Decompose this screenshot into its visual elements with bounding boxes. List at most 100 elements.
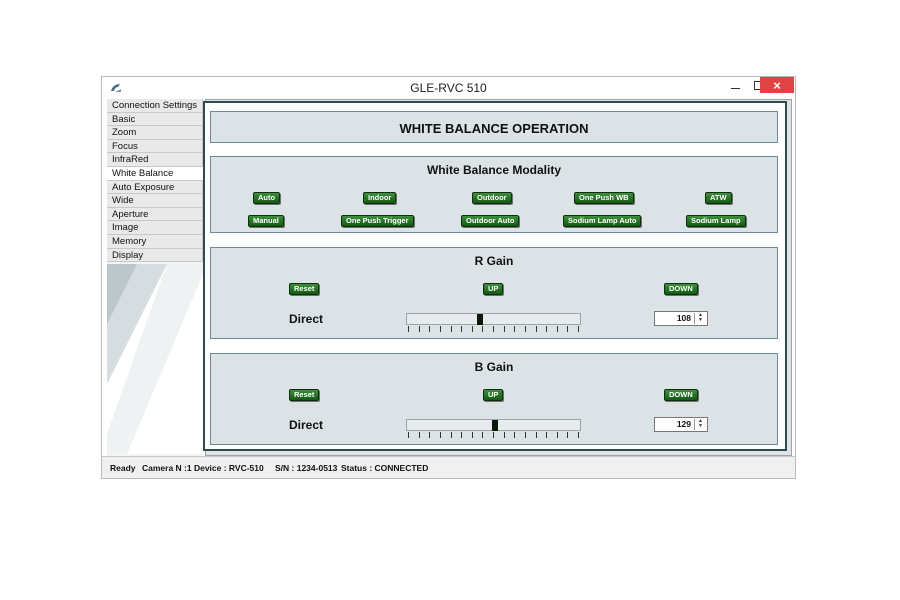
minimize-button[interactable] (722, 77, 748, 93)
slider-tick (450, 432, 452, 438)
wb-one-push-trigger-button[interactable]: One Push Trigger (341, 215, 414, 227)
spin-down-icon[interactable]: ▼ (695, 424, 706, 429)
r-gain-section: R Gain Reset UP DOWN Direct 108 ▲ ▼ (210, 247, 778, 339)
status-bar: Ready Camera N :1 Device : RVC-510 S/N :… (102, 456, 795, 478)
slider-tick (461, 432, 463, 438)
slider-tick (408, 326, 409, 332)
wb-atw-button[interactable]: ATW (705, 192, 732, 204)
b-gain-slider-thumb[interactable] (492, 420, 499, 431)
sidebar-swoosh-graphic (107, 264, 203, 454)
sidebar-item-display[interactable]: Display (107, 248, 203, 263)
r-gain-value[interactable]: 108 (677, 313, 691, 323)
close-button[interactable]: × (760, 77, 794, 93)
sidebar-item-white-balance[interactable]: White Balance (107, 166, 203, 181)
wb-auto-button[interactable]: Auto (253, 192, 281, 204)
sidebar-item-focus[interactable]: Focus (107, 139, 203, 154)
b-gain-slider-ticks (408, 432, 579, 440)
wb-sodium-lamp-button[interactable]: Sodium Lamp (686, 215, 746, 227)
slider-tick (524, 326, 526, 332)
slider-tick (556, 432, 558, 438)
sidebar: Connection Settings Basic Zoom Focus InfraRe… (107, 99, 203, 456)
sidebar-item-image[interactable]: Image (107, 221, 203, 235)
wb-indoor-button[interactable]: Indoor (363, 192, 397, 204)
r-gain-slider-ticks (408, 326, 579, 334)
b-gain-spin-buttons[interactable]: ▲ ▼ (694, 419, 706, 430)
app-window: GLE-RVC 510 × Connection Settings Basic Zo… (101, 76, 796, 479)
status-connection: Status : CONNECTED (341, 463, 429, 473)
slider-tick (450, 326, 452, 332)
b-gain-slider[interactable] (406, 419, 581, 441)
slider-tick (482, 326, 484, 332)
wb-outdoor-button[interactable]: Outdoor (472, 192, 512, 204)
slider-tick (556, 326, 558, 332)
slider-tick (471, 432, 473, 438)
title-bar[interactable]: GLE-RVC 510 × (102, 77, 795, 99)
r-gain-slider[interactable] (406, 313, 581, 335)
slider-tick (493, 432, 494, 438)
header-box: WHITE BALANCE OPERATION (210, 111, 778, 143)
status-serial: S/N : 1234-0513 (275, 463, 338, 473)
status-camera: Camera N :1 Device : RVC-510 (142, 463, 264, 473)
slider-tick (503, 432, 505, 438)
sidebar-item-basic[interactable]: Basic (107, 112, 203, 127)
slider-tick (503, 326, 505, 332)
sidebar-list: Connection Settings Basic Zoom Focus InfraRe… (107, 99, 203, 263)
r-gain-slider-thumb[interactable] (476, 314, 483, 325)
slider-tick (578, 432, 579, 438)
r-gain-reset-button[interactable]: Reset (289, 283, 320, 295)
slider-tick (546, 326, 548, 332)
b-gain-value[interactable]: 129 (677, 419, 691, 429)
slider-tick (567, 432, 569, 438)
b-gain-section: B Gain Reset UP DOWN Direct 129 ▲ ▼ (210, 353, 778, 445)
slider-tick (429, 432, 431, 438)
sidebar-item-aperture[interactable]: Aperture (107, 207, 203, 222)
slider-tick (461, 326, 463, 332)
r-gain-down-button[interactable]: DOWN (664, 283, 698, 295)
slider-tick (535, 326, 537, 332)
slider-tick (546, 432, 548, 438)
b-gain-direct-label: Direct (289, 418, 324, 432)
slider-tick (439, 326, 441, 332)
sidebar-item-wide[interactable]: Wide (107, 194, 203, 208)
sidebar-item-infrared[interactable]: InfraRed (107, 153, 203, 167)
slider-tick (471, 326, 473, 332)
r-gain-value-spinner[interactable]: 108 ▲ ▼ (654, 311, 708, 326)
sidebar-decoration (107, 264, 203, 454)
r-gain-title: R Gain (474, 254, 514, 268)
slider-tick (535, 432, 537, 438)
sidebar-item-connection-settings[interactable]: Connection Settings (107, 99, 203, 113)
wb-one-push-wb-button[interactable]: One Push WB (574, 192, 634, 204)
page-title: WHITE BALANCE OPERATION (399, 121, 589, 136)
modality-title: White Balance Modality (426, 163, 562, 177)
slider-tick (567, 326, 569, 332)
slider-tick (429, 326, 431, 332)
r-gain-direct-label: Direct (289, 312, 324, 326)
slider-tick (514, 326, 516, 332)
r-gain-slider-track[interactable] (406, 313, 581, 325)
white-balance-panel: WHITE BALANCE OPERATION White Balance Mo… (203, 101, 787, 451)
slider-tick (524, 432, 526, 438)
wb-manual-button[interactable]: Manual (248, 215, 284, 227)
sidebar-item-zoom[interactable]: Zoom (107, 126, 203, 140)
slider-tick (439, 432, 441, 438)
b-gain-up-button[interactable]: UP (483, 389, 504, 401)
status-ready: Ready (110, 463, 136, 473)
b-gain-title: B Gain (474, 360, 514, 374)
slider-tick (493, 326, 494, 332)
slider-tick (408, 432, 409, 438)
modality-section: White Balance Modality Auto Indoor Outdoor… (210, 156, 778, 233)
sidebar-item-auto-exposure[interactable]: Auto Exposure (107, 180, 203, 195)
b-gain-down-button[interactable]: DOWN (664, 389, 698, 401)
spin-down-icon[interactable]: ▼ (695, 318, 706, 323)
b-gain-value-spinner[interactable]: 129 ▲ ▼ (654, 417, 708, 432)
wb-outdoor-auto-button[interactable]: Outdoor Auto (461, 215, 520, 227)
slider-tick (514, 432, 516, 438)
sidebar-item-memory[interactable]: Memory (107, 234, 203, 249)
r-gain-spin-buttons[interactable]: ▲ ▼ (694, 313, 706, 324)
b-gain-reset-button[interactable]: Reset (289, 389, 320, 401)
slider-tick (578, 326, 579, 332)
slider-tick (482, 432, 484, 438)
r-gain-up-button[interactable]: UP (483, 283, 504, 295)
wb-sodium-lamp-auto-button[interactable]: Sodium Lamp Auto (563, 215, 642, 227)
window-title: GLE-RVC 510 (410, 81, 487, 95)
